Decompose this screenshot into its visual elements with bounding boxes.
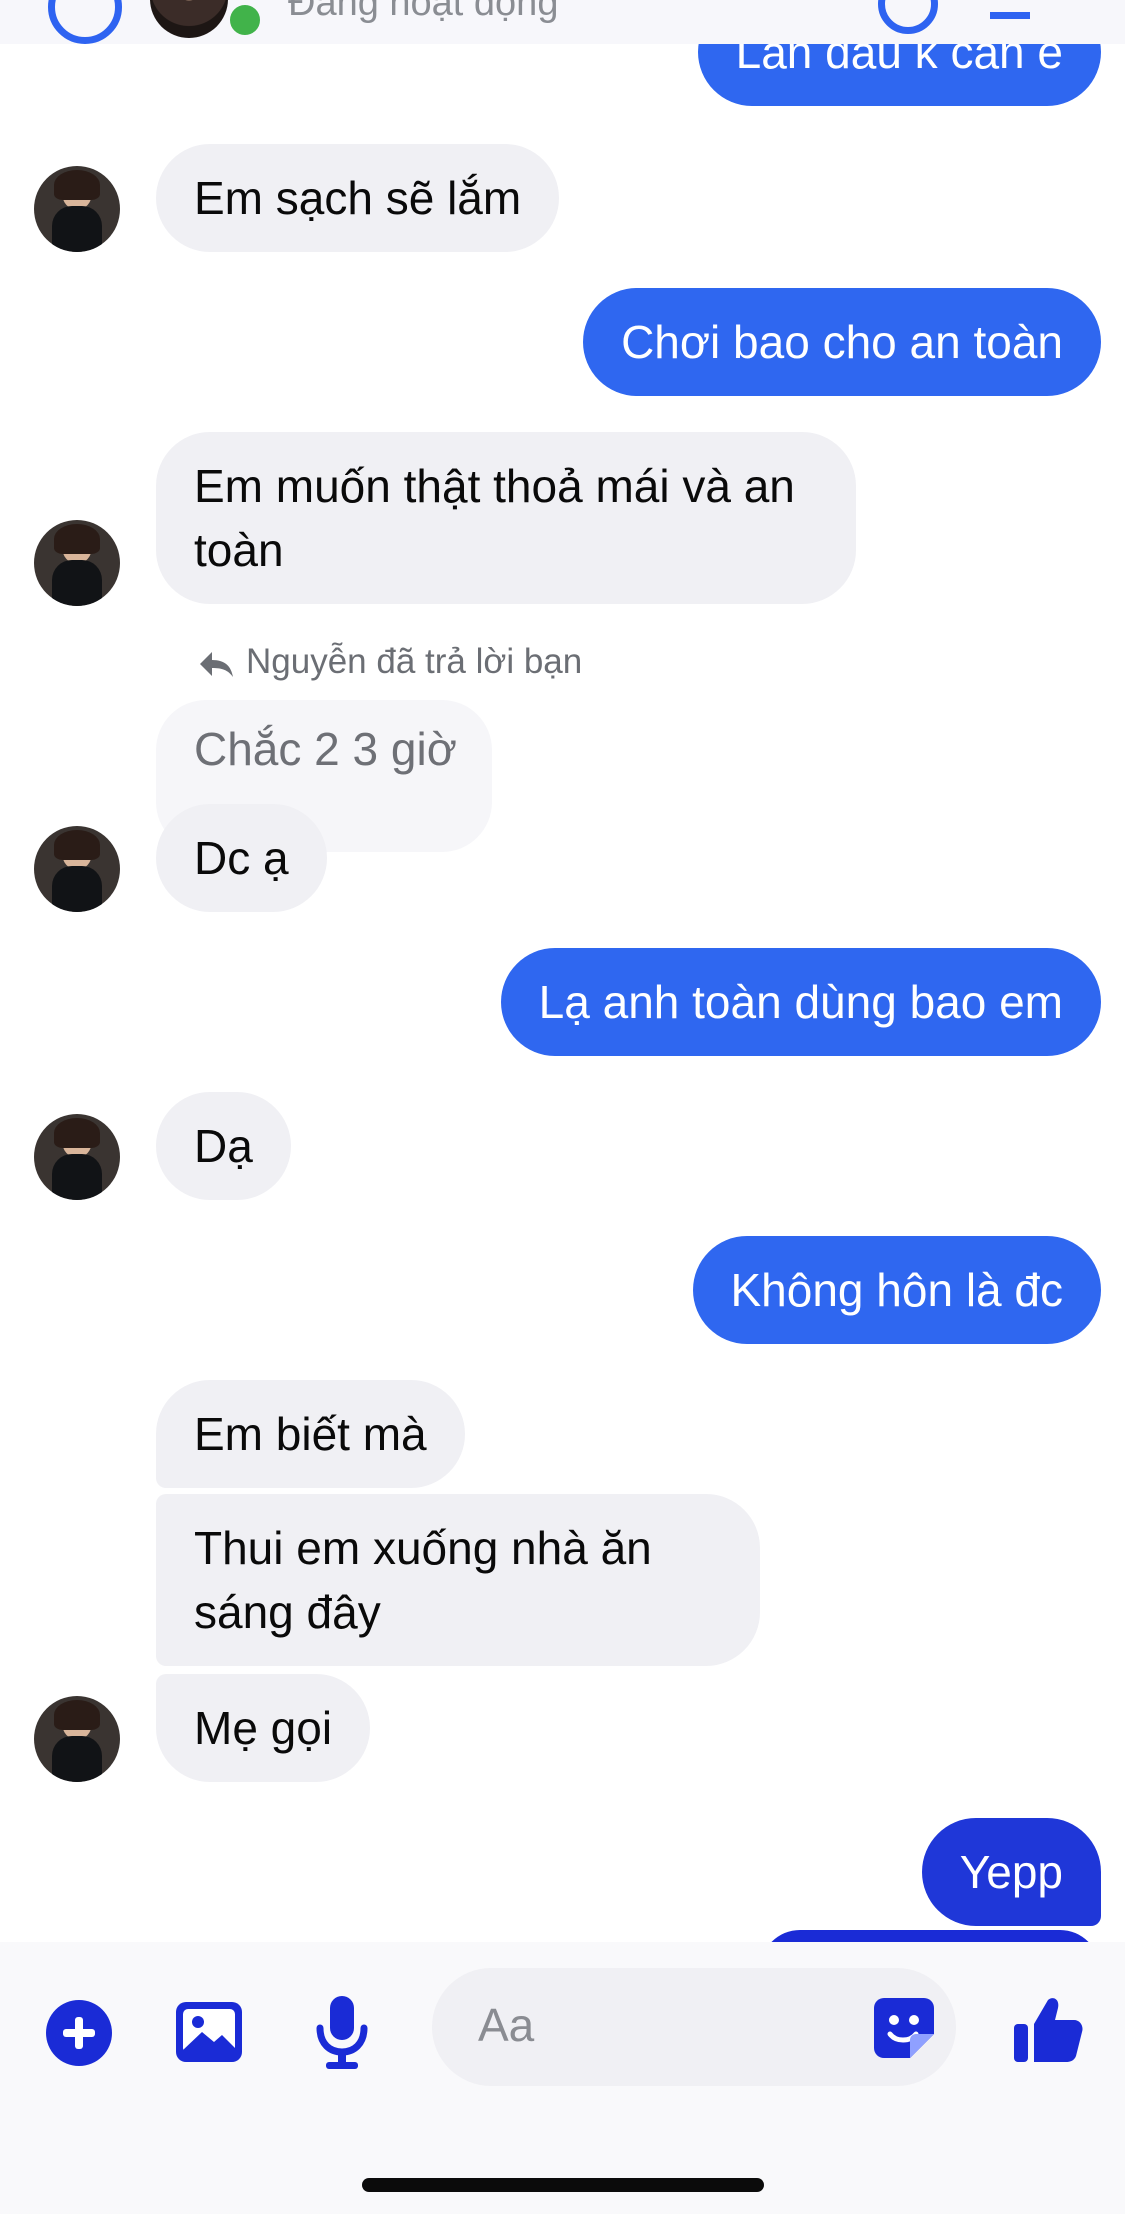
sender-avatar[interactable]	[34, 520, 120, 606]
incoming-message[interactable]: Dc ạ	[156, 804, 327, 912]
outgoing-message[interactable]: Yepp	[921, 1818, 1101, 1926]
message-text: Em biết mà	[194, 1408, 427, 1460]
sender-avatar[interactable]	[34, 1696, 120, 1782]
plus-icon[interactable]	[44, 1998, 114, 2068]
sender-avatar[interactable]	[34, 166, 120, 252]
message-input-placeholder: Aa	[478, 1999, 535, 2051]
outgoing-message[interactable]: Lạ anh toàn dùng bao em	[500, 948, 1101, 1056]
outgoing-message[interactable]: Chơi bao cho an toàn	[583, 288, 1101, 396]
online-indicator	[225, 0, 265, 40]
message-text: Mẹ gọi	[194, 1702, 333, 1754]
microphone-icon[interactable]	[312, 1994, 372, 2072]
message-text: Thui em xuống nhà ăn sáng đây	[194, 1522, 652, 1638]
phone-call-icon[interactable]	[878, 0, 938, 34]
reply-label: Nguyễn đã trả lời bạn	[246, 642, 583, 681]
contact-status: Đang hoạt động	[288, 0, 559, 24]
thumbs-up-icon[interactable]	[1012, 1994, 1084, 2066]
chat-header: Đang hoạt động	[0, 0, 1125, 44]
sticker-icon[interactable]	[872, 1996, 936, 2060]
back-icon[interactable]	[48, 0, 122, 44]
quoted-text: Chắc 2 3 giờ	[194, 723, 457, 775]
reply-arrow-icon	[200, 652, 233, 677]
video-call-icon[interactable]	[990, 0, 1030, 19]
message-text: Em muốn thật thoả mái và an toàn	[194, 460, 795, 576]
message-text: Chơi bao cho an toàn	[621, 316, 1063, 368]
incoming-message[interactable]: Em sạch sẽ lắm	[156, 144, 560, 252]
contact-avatar[interactable]	[150, 0, 228, 38]
message-text: Dc ạ	[194, 832, 289, 884]
message-text: Yepp	[959, 1846, 1063, 1898]
incoming-message[interactable]: Dạ	[156, 1092, 291, 1200]
sender-avatar[interactable]	[34, 826, 120, 912]
incoming-message[interactable]: Em biết mà	[156, 1380, 465, 1488]
incoming-message[interactable]: Em muốn thật thoả mái và an toàn	[156, 432, 856, 604]
outgoing-message[interactable]: Không hôn là đc	[692, 1236, 1101, 1344]
image-icon[interactable]	[174, 2000, 244, 2064]
incoming-message[interactable]: Thui em xuống nhà ăn sáng đây	[156, 1494, 760, 1666]
home-indicator	[362, 2178, 764, 2192]
message-text: Dạ	[194, 1120, 253, 1172]
message-text: Không hôn là đc	[730, 1264, 1064, 1316]
message-text: Lạ anh toàn dùng bao em	[538, 976, 1063, 1028]
message-text: Em sạch sẽ lắm	[194, 172, 522, 224]
sender-avatar[interactable]	[34, 1114, 120, 1200]
incoming-message[interactable]: Mẹ gọi	[156, 1674, 371, 1782]
